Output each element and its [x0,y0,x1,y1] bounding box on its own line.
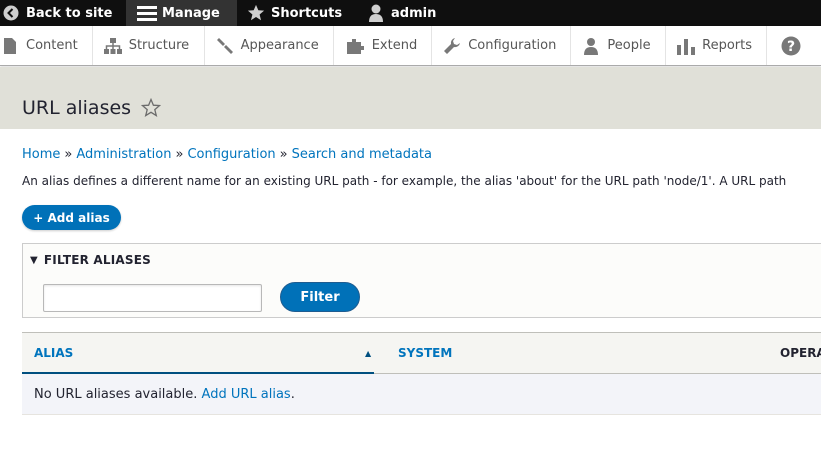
filter-alias-input[interactable] [43,284,262,312]
breadcrumb: Home» Administration» Configuration» Search… [22,147,432,162]
tray-item-label: Extend [371,38,418,53]
breadcrumb-administration[interactable]: Administration [76,147,171,162]
tray-item-label: Content [26,38,78,53]
breadcrumb-separator: » [279,147,288,162]
user-label: admin [391,5,437,21]
tray-item-content[interactable]: Content [0,26,93,65]
star-icon [245,2,267,24]
reports-icon [676,36,696,56]
breadcrumb-separator: » [175,147,184,162]
tray-item-structure[interactable]: Structure [93,26,205,65]
empty-message: No URL aliases available. Add URL alias. [34,387,295,402]
filter-aliases-toggle[interactable]: ▼ FILTER ALIASES [30,253,151,267]
svg-text:?: ? [787,39,795,55]
back-to-site-label: Back to site [26,5,113,21]
structure-icon [103,36,123,56]
table-header: ALIAS ▲ SYSTEM OPERA [22,332,821,374]
help-icon: ? [781,36,801,56]
page-title-text: URL aliases [22,97,132,119]
alias-column-header[interactable]: ALIAS [34,346,73,360]
help-link[interactable]: ? [767,26,821,65]
empty-suffix: . [290,387,295,402]
help-text: An alias defines a different name for an… [22,174,787,188]
shortcut-star-icon[interactable] [141,98,162,118]
add-alias-button[interactable]: + Add alias [22,205,121,230]
tray-item-label: Reports [702,38,752,53]
configuration-icon [442,36,462,56]
user-tab[interactable]: admin [357,0,448,26]
filter-aliases-fieldset: ▼ FILTER ALIASES Filter [22,243,821,318]
manage-label: Manage [162,5,220,21]
url-aliases-table: ALIAS ▲ SYSTEM OPERA No URL aliases avai… [22,332,821,415]
manage-tab[interactable]: Manage [126,0,237,26]
content-icon [0,36,20,56]
appearance-icon [215,36,235,56]
table-row: No URL aliases available. Add URL alias. [22,374,821,415]
tray-item-label: Appearance [240,38,319,53]
add-url-alias-link[interactable]: Add URL alias [202,387,291,402]
operations-column-header: OPERA [780,346,821,360]
user-icon [365,2,387,24]
tray-item-appearance[interactable]: Appearance [205,26,334,65]
admin-menu-tray: Content Structure Appearance Extend Conf… [0,26,821,66]
tray-item-reports[interactable]: Reports [666,26,767,65]
back-arrow-icon [0,2,22,24]
hamburger-icon [136,2,158,24]
page-title: URL aliases [22,97,162,119]
shortcuts-label: Shortcuts [271,5,343,21]
breadcrumb-separator: » [64,147,73,162]
admin-toolbar: Back to site Manage Shortcuts admin [0,0,821,26]
tray-item-label: Configuration [468,38,557,53]
tray-item-label: People [607,38,651,53]
tray-item-extend[interactable]: Extend [334,26,433,65]
tray-item-people[interactable]: People [571,26,667,65]
extend-icon [346,36,366,56]
filter-button[interactable]: Filter [280,282,360,312]
back-to-site-link[interactable]: Back to site [0,0,126,26]
shortcuts-tab[interactable]: Shortcuts [237,0,357,26]
tray-item-label: Structure [128,38,190,53]
people-icon [581,36,601,56]
triangle-down-icon: ▼ [30,254,38,266]
breadcrumb-search-metadata[interactable]: Search and metadata [292,147,432,162]
breadcrumb-home[interactable]: Home [22,147,60,162]
tray-item-configuration[interactable]: Configuration [432,26,572,65]
empty-text: No URL aliases available. [34,387,198,402]
filter-legend-label: FILTER ALIASES [43,253,151,267]
breadcrumb-configuration[interactable]: Configuration [187,147,275,162]
sort-ascending-icon: ▲ [365,349,372,358]
system-column-header[interactable]: SYSTEM [398,346,452,360]
